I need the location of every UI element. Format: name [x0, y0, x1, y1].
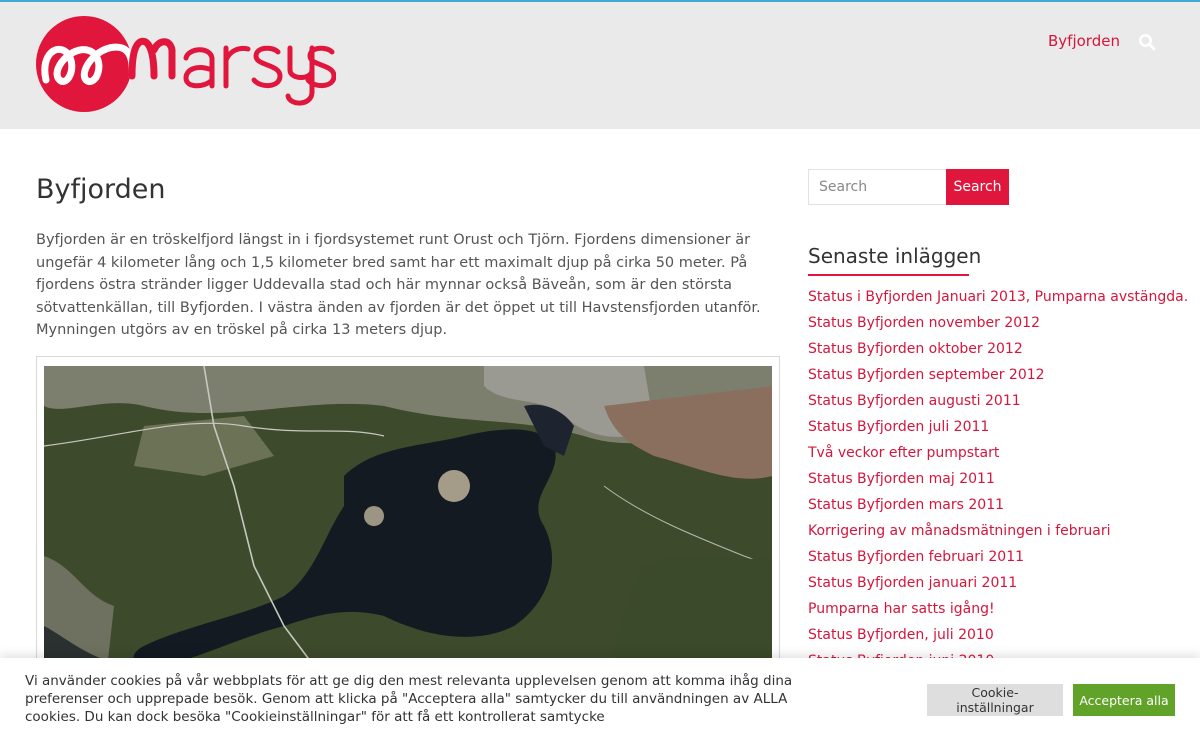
list-item: Status Byfjorden januari 2011: [808, 572, 1188, 598]
recent-post-link[interactable]: Status Byfjorden september 2012: [808, 367, 1045, 383]
satellite-image: [44, 366, 772, 687]
list-item: Korrigering av månadsmätningen i februar…: [808, 520, 1188, 546]
recent-post-link[interactable]: Status i Byfjorden Januari 2013, Pumparn…: [808, 289, 1188, 305]
list-item: Pumparna har satts igång!: [808, 598, 1188, 624]
accept-all-button[interactable]: Acceptera alla: [1073, 684, 1175, 716]
cookie-notice-text: Vi använder cookies på vår webbplats för…: [25, 673, 793, 725]
recent-posts-underline: [808, 274, 969, 276]
list-item: Status i Byfjorden Januari 2013, Pumparn…: [808, 286, 1188, 312]
intro-paragraph: Byfjorden är en tröskelfjord längst in i…: [36, 232, 761, 338]
list-item: Status Byfjorden maj 2011: [808, 468, 1188, 494]
recent-post-link[interactable]: Status Byfjorden oktober 2012: [808, 341, 1023, 357]
list-item: Status Byfjorden juli 2011: [808, 416, 1188, 442]
recent-post-link[interactable]: Korrigering av månadsmätningen i februar…: [808, 523, 1111, 539]
recent-post-link[interactable]: Pumparna har satts igång!: [808, 601, 995, 617]
recent-post-link[interactable]: Status Byfjorden maj 2011: [808, 471, 995, 487]
recent-post-link[interactable]: Status Byfjorden juli 2011: [808, 419, 989, 435]
recent-post-link[interactable]: Status Byfjorden augusti 2011: [808, 393, 1021, 409]
sidebar-search-input[interactable]: [808, 169, 946, 205]
list-item: Status Byfjorden augusti 2011: [808, 390, 1188, 416]
recent-posts-list: Status i Byfjorden Januari 2013, Pumparn…: [808, 286, 1188, 676]
sidebar-search-button[interactable]: Search: [946, 169, 1009, 205]
recent-post-link[interactable]: Status Byfjorden mars 2011: [808, 497, 1004, 513]
list-item: Status Byfjorden oktober 2012: [808, 338, 1188, 364]
page-title: Byfjorden: [36, 174, 166, 205]
search-icon[interactable]: [1138, 33, 1156, 51]
recent-post-link[interactable]: Status Byfjorden, juli 2010: [808, 627, 994, 643]
list-item: Status Byfjorden november 2012: [808, 312, 1188, 338]
recent-post-link[interactable]: Två veckor efter pumpstart: [808, 445, 999, 461]
nav-item-byfjorden[interactable]: Byfjorden: [1048, 32, 1120, 50]
recent-posts-title: Senaste inläggen: [808, 244, 982, 268]
cookie-settings-button[interactable]: Cookie-inställningar: [927, 684, 1063, 716]
list-item: Status Byfjorden september 2012: [808, 364, 1188, 390]
list-item: Status Byfjorden februari 2011: [808, 546, 1188, 572]
recent-post-link[interactable]: Status Byfjorden november 2012: [808, 315, 1040, 331]
list-item: Status Byfjorden mars 2011: [808, 494, 1188, 520]
recent-post-link[interactable]: Status Byfjorden februari 2011: [808, 549, 1024, 565]
site-header: Byfjorden: [0, 2, 1200, 129]
satellite-image-frame: [36, 356, 780, 688]
list-item: Två veckor efter pumpstart: [808, 442, 1188, 468]
recent-post-link[interactable]: Status Byfjorden januari 2011: [808, 575, 1017, 591]
list-item: Status Byfjorden, juli 2010: [808, 624, 1188, 650]
marsys-logo: [36, 16, 336, 112]
cookie-consent-bar: Vi använder cookies på vår webbplats för…: [0, 658, 1200, 740]
